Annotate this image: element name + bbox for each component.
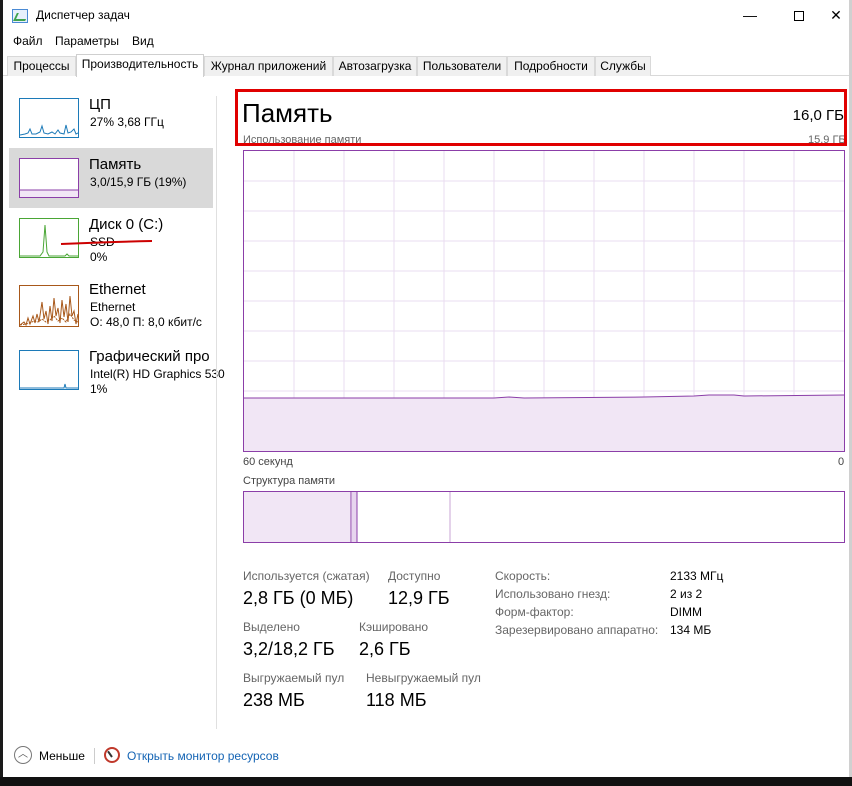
form-factor-label: Форм-фактор: — [495, 605, 574, 619]
in-use-value: 2,8 ГБ (0 МБ) — [243, 588, 354, 608]
open-resource-monitor-link[interactable]: Открыть монитор ресурсов — [127, 749, 279, 763]
resource-list: ЦП 27% 3,68 ГГц Память 3,0/15,9 ГБ (19%)… — [3, 78, 225, 730]
in-use-label: Используется (сжатая) — [243, 569, 370, 583]
tab-app-history[interactable]: Журнал приложений — [204, 56, 333, 76]
cached-value: 2,6 ГБ — [359, 639, 411, 659]
fewer-details-button[interactable]: Меньше — [39, 749, 85, 763]
composition-modified — [352, 492, 357, 542]
memory-structure-label: Структура памяти — [243, 475, 336, 487]
cached-label: Кэшировано — [359, 620, 429, 634]
window-title: Диспетчер задач — [36, 8, 130, 22]
resource-item-disk[interactable]: Диск 0 (C:) SSD 0% — [9, 208, 213, 268]
menu-bar: Файл Параметры Вид — [3, 32, 849, 52]
committed-label: Выделено — [243, 620, 300, 634]
available-label: Доступно — [388, 569, 441, 583]
tab-details[interactable]: Подробности — [507, 56, 595, 76]
resource-title: ЦП — [89, 96, 111, 113]
resource-subtitle: Ethernet — [90, 300, 136, 314]
hardware-reserved-value: 134 МБ — [670, 623, 712, 637]
resource-item-gpu[interactable]: Графический про Intel(R) HD Graphics 530… — [9, 340, 225, 400]
resource-subtitle: 27% 3,68 ГГц — [90, 115, 164, 129]
speed-label: Скорость: — [495, 569, 551, 583]
memory-usage-area — [244, 395, 844, 451]
menu-options[interactable]: Параметры — [55, 34, 119, 48]
paged-pool-value: 238 МБ — [243, 690, 305, 710]
slots-used-label: Использовано гнезд: — [495, 587, 611, 601]
page-title: Память — [242, 98, 333, 128]
tab-strip: Процессы Производительность Журнал прило… — [3, 54, 849, 77]
minimize-button[interactable]: — — [727, 0, 773, 32]
memory-total: 16,0 ГБ — [792, 107, 844, 124]
disk-thumbnail-graph — [19, 218, 79, 258]
close-button[interactable]: ✕ — [823, 0, 849, 32]
title-bar: Диспетчер задач — ✕ — [3, 0, 849, 32]
menu-file[interactable]: Файл — [13, 34, 43, 48]
memory-thumbnail-graph — [19, 158, 79, 198]
resource-title: Ethernet — [89, 281, 146, 298]
cpu-thumbnail-graph — [19, 98, 79, 138]
usage-graph-max: 15,9 ГБ — [808, 134, 846, 146]
tab-startup[interactable]: Автозагрузка — [333, 56, 417, 76]
available-value: 12,9 ГБ — [388, 588, 450, 608]
resource-title: Графический про — [89, 348, 210, 365]
resource-item-memory[interactable]: Память 3,0/15,9 ГБ (19%) — [9, 148, 213, 208]
resource-value: 1% — [90, 382, 108, 396]
speed-value: 2133 МГц — [670, 569, 724, 583]
footer-bar: ︿ Меньше Открыть монитор ресурсов — [3, 740, 849, 770]
tab-services[interactable]: Службы — [595, 56, 651, 76]
tab-users[interactable]: Пользователи — [417, 56, 507, 76]
nonpaged-pool-value: 118 МБ — [366, 690, 427, 710]
panel-divider — [216, 96, 217, 729]
gpu-thumbnail-graph — [19, 350, 79, 390]
resource-value: 0% — [90, 250, 108, 264]
task-manager-app-icon — [12, 9, 28, 23]
usage-graph-label: Использование памяти — [243, 134, 362, 146]
menu-view[interactable]: Вид — [132, 34, 154, 48]
resource-item-ethernet[interactable]: Ethernet Ethernet О: 48,0 П: 8,0 кбит/с — [9, 273, 213, 333]
tab-performance[interactable]: Производительность — [76, 54, 204, 77]
committed-value: 3,2/18,2 ГБ — [243, 639, 335, 659]
paged-pool-label: Выгружаемый пул — [243, 671, 345, 685]
ethernet-thumbnail-graph — [19, 285, 79, 327]
resource-value: О: 48,0 П: 8,0 кбит/с — [90, 315, 202, 329]
resource-subtitle: 3,0/15,9 ГБ (19%) — [90, 175, 187, 189]
resource-monitor-icon[interactable] — [104, 747, 120, 763]
annotation-underline — [60, 240, 153, 245]
resource-title: Диск 0 (C:) — [89, 216, 164, 233]
tab-processes[interactable]: Процессы — [7, 56, 76, 76]
chevron-up-icon[interactable]: ︿ — [14, 746, 32, 764]
taskbar-edge — [0, 777, 852, 786]
slots-used-value: 2 из 2 — [670, 587, 703, 601]
resource-title: Память — [89, 156, 142, 173]
graph-axis-end: 0 — [838, 456, 845, 468]
footer-separator — [94, 748, 95, 764]
composition-in-use — [244, 492, 351, 542]
graph-axis-start: 60 секунд — [243, 456, 293, 468]
hardware-reserved-label: Зарезервировано аппаратно: — [495, 623, 659, 637]
maximize-icon — [794, 11, 804, 22]
resource-item-cpu[interactable]: ЦП 27% 3,68 ГГц — [9, 88, 213, 148]
memory-usage-graph — [243, 150, 845, 452]
resource-subtitle: Intel(R) HD Graphics 530 — [90, 367, 225, 381]
nonpaged-pool-label: Невыгружаемый пул — [366, 671, 481, 685]
form-factor-value: DIMM — [670, 605, 702, 619]
maximize-button[interactable] — [776, 0, 822, 32]
memory-composition-bar — [243, 491, 845, 543]
memory-usage-plot — [244, 151, 845, 451]
